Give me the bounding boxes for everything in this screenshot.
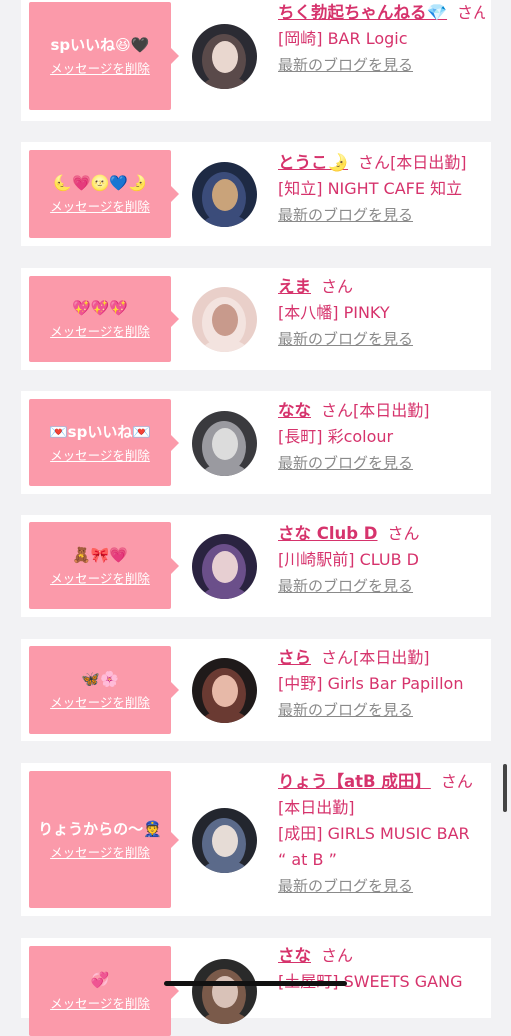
delete-message-link[interactable]: メッセージを削除 bbox=[50, 448, 150, 464]
avatar[interactable] bbox=[192, 959, 257, 1024]
cast-name-link[interactable]: えま bbox=[278, 277, 311, 296]
message-text: 💖💖💖 bbox=[71, 299, 129, 317]
shop-name-continued: “ at B ” bbox=[278, 850, 337, 869]
latest-blog-link[interactable]: 最新のブログを見る bbox=[278, 56, 413, 74]
honorific-label: さん bbox=[321, 401, 354, 420]
shop-name: [成田] GIRLS MUSIC BAR bbox=[278, 824, 470, 843]
message-text: 🦋🌸 bbox=[81, 670, 119, 688]
delete-message-link[interactable]: メッセージを削除 bbox=[50, 571, 150, 587]
message-bubble: 🧸🎀💗 メッセージを削除 bbox=[29, 522, 179, 609]
latest-blog-link[interactable]: 最新のブログを見る bbox=[278, 454, 413, 472]
avatar[interactable] bbox=[192, 162, 257, 227]
shop-name: [知立] NIGHT CAFE 知立 bbox=[278, 179, 463, 198]
message-card: りょうからの〜👮 メッセージを削除 りょう【atB 成田】 さん [本日出勤] [成田] … bbox=[21, 763, 491, 916]
message-bubble: 💖💖💖 メッセージを削除 bbox=[29, 276, 179, 362]
home-indicator bbox=[164, 981, 347, 986]
work-status: [本日出勤] bbox=[278, 798, 355, 817]
message-card: 💌spいいね💌 メッセージを削除 なな さん[本日出勤] [長町] 彩colour 最新の… bbox=[21, 391, 491, 494]
message-text: 🌜💗🌝💙🌛 bbox=[53, 174, 147, 192]
latest-blog-link[interactable]: 最新のブログを見る bbox=[278, 206, 413, 224]
cast-name-link[interactable]: さな bbox=[278, 946, 311, 965]
cast-info: さな さん [土屋町] SWEETS GANG bbox=[278, 943, 485, 995]
cast-info: えま さん [本八幡] PINKY 最新のブログを見る bbox=[278, 274, 485, 352]
cast-info: りょう【atB 成田】 さん [本日出勤] [成田] GIRLS MUSIC BAR “… bbox=[278, 769, 485, 899]
honorific-label: さん bbox=[321, 946, 354, 965]
honorific-label: さん bbox=[387, 524, 420, 543]
latest-blog-link[interactable]: 最新のブログを見る bbox=[278, 577, 413, 595]
avatar[interactable] bbox=[192, 24, 257, 89]
delete-message-link[interactable]: メッセージを削除 bbox=[50, 199, 150, 215]
message-card: 🌜💗🌝💙🌛 メッセージを削除 とうこ🌛 さん[本日出勤] [知立] NIGHT CAFE… bbox=[21, 142, 491, 246]
work-status: [本日出勤] bbox=[390, 153, 467, 172]
shop-name: [長町] 彩colour bbox=[278, 427, 394, 446]
cast-info: なな さん[本日出勤] [長町] 彩colour 最新のブログを見る bbox=[278, 398, 485, 476]
message-text: 🧸🎀💗 bbox=[71, 545, 129, 564]
shop-name: [岡崎] BAR Logic bbox=[278, 29, 408, 48]
message-card: 🧸🎀💗 メッセージを削除 さな Club D さん [川崎駅前] CLUB D 最新のブロ… bbox=[21, 515, 491, 617]
message-bubble: 💞 メッセージを削除 bbox=[29, 946, 179, 1036]
cast-name-link[interactable]: さな Club D bbox=[278, 524, 378, 543]
cast-info: さな Club D さん [川崎駅前] CLUB D 最新のブログを見る bbox=[278, 521, 485, 599]
shop-name: [川崎駅前] CLUB D bbox=[278, 550, 419, 569]
cast-name-link[interactable]: とうこ🌛 bbox=[278, 153, 348, 172]
message-bubble: 🦋🌸 メッセージを削除 bbox=[29, 646, 179, 734]
latest-blog-link[interactable]: 最新のブログを見る bbox=[278, 330, 413, 348]
cast-name-link[interactable]: さら bbox=[278, 648, 311, 667]
honorific-label: さん bbox=[321, 648, 354, 667]
message-text: りょうからの〜👮 bbox=[38, 819, 162, 838]
cast-name-link[interactable]: なな bbox=[278, 401, 311, 420]
message-bubble: 🌜💗🌝💙🌛 メッセージを削除 bbox=[29, 150, 179, 238]
latest-blog-link[interactable]: 最新のブログを見る bbox=[278, 877, 413, 895]
avatar[interactable] bbox=[192, 410, 257, 476]
cast-name-link[interactable]: ちく勃起ちゃんねる💎 bbox=[278, 3, 447, 22]
scrollbar[interactable] bbox=[503, 764, 507, 812]
avatar[interactable] bbox=[192, 658, 257, 723]
message-card: 💖💖💖 メッセージを削除 えま さん [本八幡] PINKY 最新のブログを見る bbox=[21, 268, 491, 370]
message-card: 💞 メッセージを削除 さな さん [土屋町] SWEETS GANG bbox=[21, 938, 491, 1036]
latest-blog-link[interactable]: 最新のブログを見る bbox=[278, 701, 413, 719]
delete-message-link[interactable]: メッセージを削除 bbox=[50, 845, 150, 861]
delete-message-link[interactable]: メッセージを削除 bbox=[50, 61, 150, 77]
honorific-label: さん bbox=[440, 772, 473, 791]
message-card: spいいね😆🖤 メッセージを削除 ちく勃起ちゃんねる💎 さん [岡崎] BAR Logi… bbox=[21, 0, 491, 121]
delete-message-link[interactable]: メッセージを削除 bbox=[50, 996, 150, 1012]
shop-name: [本八幡] PINKY bbox=[278, 303, 390, 322]
avatar[interactable] bbox=[192, 287, 257, 352]
message-card: 🦋🌸 メッセージを削除 さら さん[本日出勤] [中野] Girls Bar Papil… bbox=[21, 639, 491, 741]
cast-info: さら さん[本日出勤] [中野] Girls Bar Papillon 最新のブログを… bbox=[278, 645, 485, 723]
shop-name: [中野] Girls Bar Papillon bbox=[278, 674, 464, 693]
cast-info: とうこ🌛 さん[本日出勤] [知立] NIGHT CAFE 知立 最新のブログを見る bbox=[278, 150, 485, 228]
avatar[interactable] bbox=[192, 533, 257, 599]
message-bubble: spいいね😆🖤 メッセージを削除 bbox=[29, 2, 179, 110]
honorific-label: さん bbox=[321, 277, 354, 296]
honorific-label: さん bbox=[457, 3, 485, 22]
message-text: 💞 bbox=[90, 971, 110, 989]
honorific-label: さん bbox=[358, 153, 391, 172]
message-text: 💌spいいね💌 bbox=[48, 422, 152, 441]
cast-name-link[interactable]: りょう【atB 成田】 bbox=[278, 772, 431, 791]
message-bubble: りょうからの〜👮 メッセージを削除 bbox=[29, 771, 179, 908]
message-text: spいいね😆🖤 bbox=[50, 36, 150, 54]
delete-message-link[interactable]: メッセージを削除 bbox=[50, 324, 150, 340]
avatar[interactable] bbox=[192, 807, 257, 873]
delete-message-link[interactable]: メッセージを削除 bbox=[50, 695, 150, 711]
work-status: [本日出勤] bbox=[353, 401, 430, 420]
message-bubble: 💌spいいね💌 メッセージを削除 bbox=[29, 399, 179, 486]
cast-info: ちく勃起ちゃんねる💎 さん [岡崎] BAR Logic 最新のブログを見る bbox=[278, 0, 485, 78]
work-status: [本日出勤] bbox=[353, 648, 430, 667]
